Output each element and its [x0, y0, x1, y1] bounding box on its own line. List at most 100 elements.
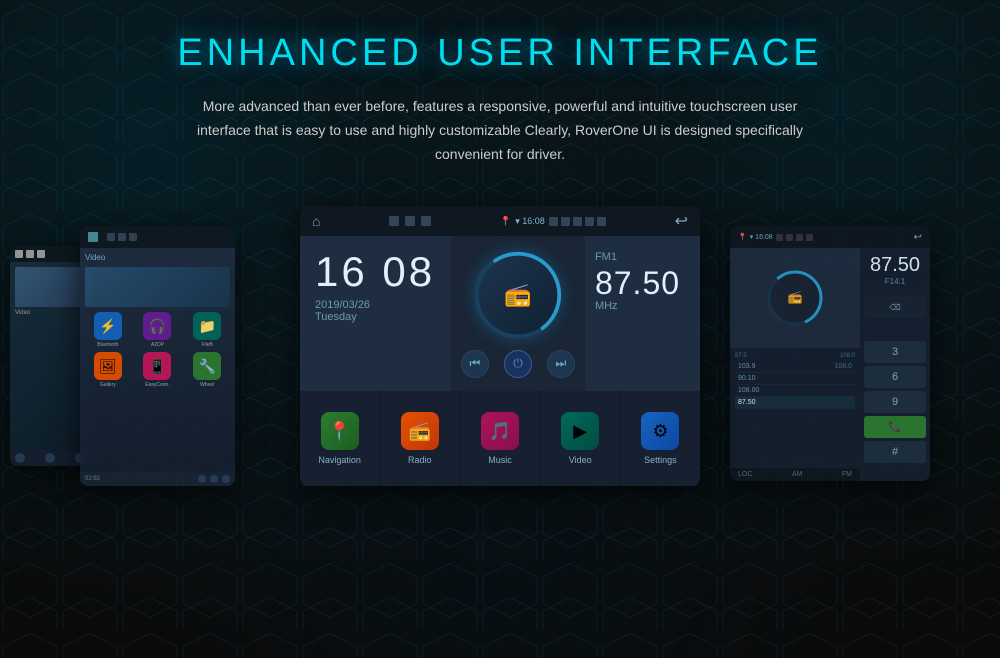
right-main-content: 📻 87.5 108.0 103.9 1: [730, 248, 860, 481]
fl-icon-1: [26, 250, 34, 258]
app-item-gallery[interactable]: 🖼 Gallery: [85, 352, 131, 388]
app-item-a2dp[interactable]: 🎧 A2DP: [135, 312, 181, 348]
station-item-4[interactable]: 87.50: [735, 397, 855, 409]
right-radio-circle: 📻: [765, 268, 825, 328]
app-item-easy[interactable]: 📱 EasyConn.: [135, 352, 181, 388]
numpad-3[interactable]: 3: [864, 341, 926, 363]
app-grid: ⚡ Bluetooth 🎧 A2DP 📁 FileB 🖼: [85, 312, 230, 388]
right-freq-big: 87.50 F14:1: [860, 248, 930, 293]
center-fm-panel: FM1 87.50 MHz: [585, 236, 700, 391]
app-item-bluetooth[interactable]: ⚡ Bluetooth: [85, 312, 131, 348]
center-header: ⌂ 📍 ▾ 16:08: [300, 206, 700, 236]
right-back-button[interactable]: ↩: [914, 232, 922, 243]
station-freq-2: 90.10: [738, 375, 756, 382]
app-tile-settings[interactable]: ⚙ Settings: [621, 391, 700, 486]
freq-min: 87.5: [735, 353, 747, 359]
lb-icon-2[interactable]: [210, 475, 218, 483]
fl-label: Video: [15, 310, 85, 316]
content-wrapper: ENHANCED USER INTERFACE More advanced th…: [0, 0, 1000, 658]
lh-icon-2: [118, 233, 126, 241]
page-subtitle: More advanced than ever before, features…: [190, 95, 810, 166]
fm-freq: 87.50: [595, 265, 690, 302]
lb-icons: [198, 475, 230, 483]
rh-icon-3: [796, 234, 803, 241]
ch-si-2: [561, 217, 570, 226]
fl-image: [15, 267, 85, 307]
wheel-icon: 🔧: [193, 352, 221, 380]
bluetooth-icon: ⚡: [94, 312, 122, 340]
svg-text:📻: 📻: [788, 290, 803, 304]
radio-arc-svg: [473, 250, 563, 340]
station-freq-1: 103.9: [738, 363, 756, 370]
left-bottom: 02:92: [80, 472, 235, 486]
freq-range: 87.5 108.0: [735, 353, 855, 359]
a2dp-label: A2DP: [151, 342, 164, 348]
station-item-1[interactable]: 103.9 108.0: [735, 361, 855, 373]
ch-si-3: [573, 217, 582, 226]
fl-home-icon: [15, 250, 23, 258]
gallery-icon: 🖼: [94, 352, 122, 380]
video-label: Video: [569, 455, 592, 465]
station-item-3[interactable]: 108.00: [735, 385, 855, 397]
far-left-header: [10, 246, 90, 262]
numpad-hash[interactable]: #: [864, 441, 926, 463]
file-icon: 📁: [193, 312, 221, 340]
settings-icon: ⚙: [641, 412, 679, 450]
lb-icon-3[interactable]: [222, 475, 230, 483]
radio-app-icon: 📻: [401, 412, 439, 450]
next-button[interactable]: ⏭: [547, 350, 575, 378]
station-freq-3: 108.00: [738, 387, 759, 394]
rh-icon-2: [786, 234, 793, 241]
status-time: ▾ 16:08: [515, 216, 545, 227]
center-back-button[interactable]: ↩: [675, 211, 688, 231]
status-icons: [549, 217, 606, 226]
freq-sublabel: F14:1: [865, 277, 925, 286]
fl-btn-1[interactable]: [15, 453, 25, 463]
app-tile-radio[interactable]: 📻 Radio: [380, 391, 460, 486]
rh-icon-1: [776, 234, 783, 241]
app-item-wheel[interactable]: 🔧 Wheel: [184, 352, 230, 388]
center-home-icon[interactable]: ⌂: [312, 213, 320, 229]
screen-right: 📍 ▾ 16:08 ↩: [730, 226, 930, 481]
freq-display: 87.50: [865, 254, 925, 277]
backspace-button[interactable]: ⌫: [864, 296, 926, 318]
ch-si-4: [585, 217, 594, 226]
app-tile-music[interactable]: 🎵 Music: [460, 391, 540, 486]
file-label: FileB: [201, 342, 212, 348]
music-icon: 🎵: [481, 412, 519, 450]
fl-icon-2: [37, 250, 45, 258]
prev-button[interactable]: ⏮: [461, 350, 489, 378]
video-icon: ▶: [561, 412, 599, 450]
numpad-row-5: #: [864, 441, 926, 463]
center-header-icons: [389, 216, 431, 226]
call-button[interactable]: 📞: [864, 416, 926, 438]
station-item-2[interactable]: 90.10: [735, 373, 855, 385]
app-tile-navigation[interactable]: 📍 Navigation: [300, 391, 380, 486]
navigation-label: Navigation: [318, 455, 361, 465]
fl-btn-2[interactable]: [45, 453, 55, 463]
freq-max: 108.0: [840, 353, 855, 359]
numpad-6[interactable]: 6: [864, 366, 926, 388]
ch-icon-3: [421, 216, 431, 226]
screen-far-left: Video: [10, 246, 90, 466]
fm-label: FM: [842, 471, 852, 478]
app-item-file[interactable]: 📁 FileB: [184, 312, 230, 348]
backspace-area: ⌫: [860, 293, 930, 322]
numpad-row-2: 6: [864, 366, 926, 388]
navigation-icon: 📍: [321, 412, 359, 450]
radio-circle: 📻: [473, 250, 563, 340]
wheel-label: Wheel: [200, 382, 214, 388]
right-bottom-bar: LOC AM FM: [730, 468, 860, 481]
numpad-row-1: 3: [864, 341, 926, 363]
lh-home: [88, 232, 98, 242]
far-left-inner: Video: [10, 246, 90, 466]
video-label: Video: [85, 253, 230, 262]
numpad-9[interactable]: 9: [864, 391, 926, 413]
radio-controls: ⏮ ⏻ ⏭: [461, 350, 575, 378]
left-header: [80, 226, 235, 248]
app-tile-video[interactable]: ▶ Video: [541, 391, 621, 486]
center-main: 16 08 2019/03/26 Tuesday 📻: [300, 236, 700, 391]
station-freq-4: 87.50: [738, 399, 756, 406]
lb-icon-1[interactable]: [198, 475, 206, 483]
power-button[interactable]: ⏻: [504, 350, 532, 378]
